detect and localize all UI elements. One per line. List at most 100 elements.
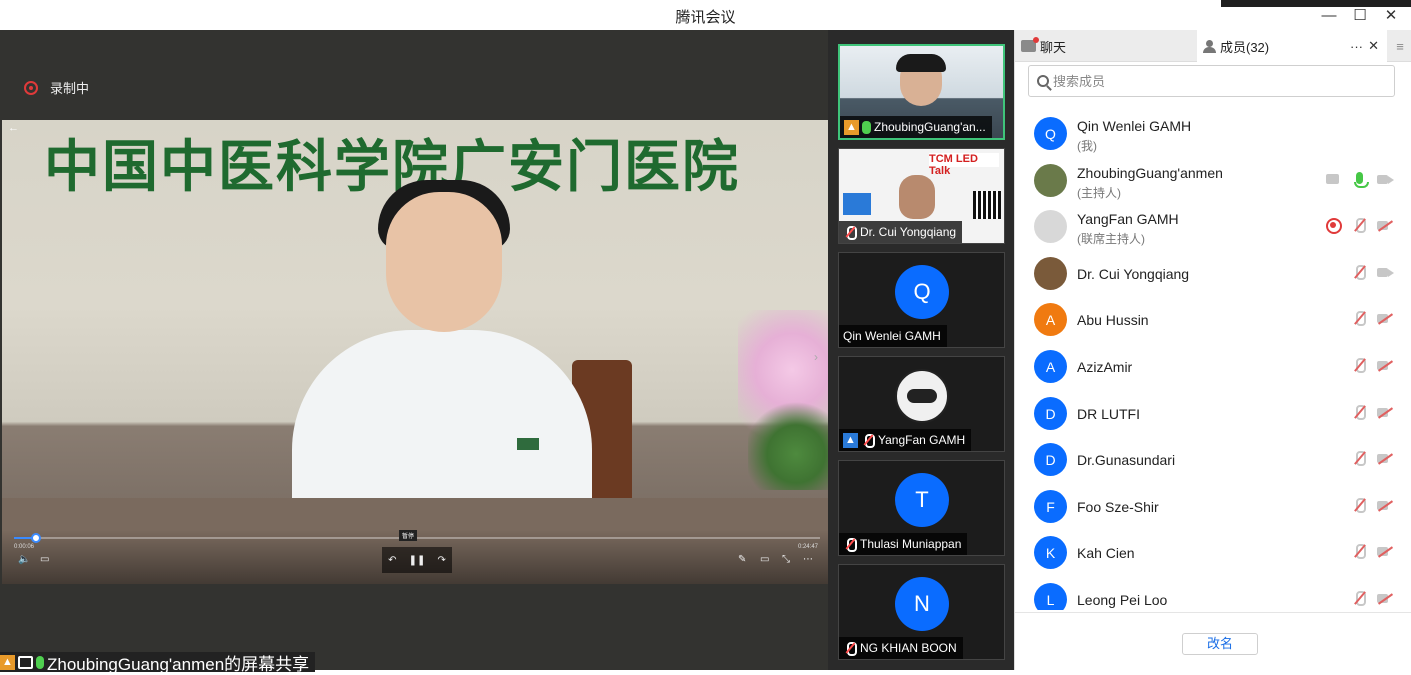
member-row[interactable]: D Dr.Gunasundari xyxy=(1015,436,1411,482)
recording-icon[interactable] xyxy=(1325,217,1342,234)
mic-muted-icon[interactable] xyxy=(1351,310,1368,327)
pip-icon[interactable]: ▭ xyxy=(760,554,769,565)
duration-time: 0:24:47 xyxy=(797,544,818,550)
tile-name-bar: Thulasi Muniappan xyxy=(839,533,968,555)
cam-off-x-icon[interactable] xyxy=(1377,450,1394,467)
tile-name-bar: Dr. Cui Yongqiang xyxy=(839,221,963,243)
tile-name: YangFan GAMH xyxy=(878,433,966,447)
host-badge-icon: ▲ xyxy=(0,654,15,670)
share-icon[interactable] xyxy=(1325,171,1342,188)
member-row[interactable]: ZhoubingGuang'anmen (主持人) xyxy=(1015,157,1411,203)
avatar: A xyxy=(1034,350,1067,383)
panel-menu-icon[interactable]: ≡ xyxy=(1388,30,1411,62)
more-icon[interactable]: ⋯ xyxy=(803,554,813,565)
progress-knob[interactable] xyxy=(30,533,41,543)
pause-tooltip: 暂停 xyxy=(399,530,418,541)
mic-muted-icon[interactable] xyxy=(1351,497,1368,514)
member-row[interactable]: Dr. Cui Yongqiang xyxy=(1015,250,1411,296)
search-icon xyxy=(1037,75,1049,87)
member-row[interactable]: D DR LUTFI xyxy=(1015,390,1411,436)
member-name: DR LUTFI xyxy=(1077,406,1140,422)
member-row[interactable]: YangFan GAMH (联席主持人) xyxy=(1015,203,1411,249)
tile-name: ZhoubingGuang'an... xyxy=(874,120,986,134)
tab-members[interactable]: 成员(32) ··· ✕ xyxy=(1197,30,1387,62)
member-controls xyxy=(1351,264,1394,281)
recording-label: 录制中 xyxy=(50,81,90,96)
avatar: L xyxy=(1034,583,1067,610)
member-controls xyxy=(1325,217,1394,234)
cam-off-x-icon[interactable] xyxy=(1377,357,1394,374)
tile-face xyxy=(899,175,935,219)
member-name: Kah Cien xyxy=(1077,545,1135,561)
video-banner-text: 中国中医科学院广安门医院 xyxy=(44,135,740,200)
close-panel-icon[interactable]: ✕ xyxy=(1368,38,1379,54)
mic-muted-icon[interactable] xyxy=(1351,404,1368,421)
cam-off-x-icon[interactable] xyxy=(1377,590,1394,607)
maximize-button[interactable]: ☐ xyxy=(1349,6,1371,26)
video-tile[interactable]: ▲ YangFan GAMH xyxy=(838,356,1005,452)
search-input[interactable] xyxy=(1053,73,1373,89)
video-tile[interactable]: Q Qin Wenlei GAMH xyxy=(838,252,1005,348)
member-row[interactable]: K Kah Cien xyxy=(1015,529,1411,575)
video-tile[interactable]: N NG KHIAN BOON xyxy=(838,564,1005,660)
member-row[interactable]: A AzizAmir xyxy=(1015,343,1411,389)
video-tile[interactable]: ▲ ZhoubingGuang'an... xyxy=(838,44,1005,140)
member-row[interactable]: L Leong Pei Loo xyxy=(1015,576,1411,610)
window-title: 腾讯会议 xyxy=(675,9,736,26)
member-search[interactable] xyxy=(1028,65,1395,97)
cam-off-icon[interactable] xyxy=(1377,171,1394,188)
member-row[interactable]: Q Qin Wenlei GAMH (我) xyxy=(1015,110,1411,156)
plant-decoration xyxy=(748,400,828,490)
chat-icon xyxy=(1021,37,1039,52)
member-row[interactable]: A Abu Hussin xyxy=(1015,296,1411,342)
mic-muted-icon[interactable] xyxy=(1351,264,1368,281)
more-options-icon[interactable]: ··· xyxy=(1350,39,1363,54)
fullscreen-icon[interactable]: ⤡ xyxy=(782,554,790,565)
screen-share-stage: 录制中 中国中医科学院广安门医院 ← 0:00:06 0:24:47 🔈 ▭ 暂… xyxy=(0,30,828,674)
minimize-button[interactable]: — xyxy=(1318,6,1340,26)
member-row[interactable]: F Foo Sze-Shir xyxy=(1015,483,1411,529)
close-button[interactable]: ✕ xyxy=(1380,6,1402,26)
tab-chat[interactable]: 聊天 xyxy=(1021,30,1197,62)
rewind-icon[interactable]: ↶ xyxy=(388,555,396,566)
speaker-head xyxy=(386,192,502,332)
forward-icon[interactable]: ↷ xyxy=(438,555,446,566)
cam-off-x-icon[interactable] xyxy=(1377,404,1394,421)
subtitle-icon[interactable]: ▭ xyxy=(40,554,49,565)
mic-muted-icon xyxy=(843,641,857,656)
volume-icon[interactable]: 🔈 xyxy=(18,554,30,565)
mic-muted-icon[interactable] xyxy=(1351,450,1368,467)
cam-off-x-icon[interactable] xyxy=(1377,217,1394,234)
video-tile[interactable]: TCM LED Talk Dr. Cui Yongqiang xyxy=(838,148,1005,244)
screen-share-text: ZhoubingGuang'anmen的屏幕共享 xyxy=(47,654,310,674)
video-tile[interactable]: T Thulasi Muniappan xyxy=(838,460,1005,556)
slide-logo-icon: TCM LED Talk xyxy=(929,153,999,177)
avatar: D xyxy=(1034,443,1067,476)
avatar: D xyxy=(1034,397,1067,430)
member-controls xyxy=(1351,543,1394,560)
rename-button[interactable]: 改名 xyxy=(1182,633,1258,655)
mic-muted-icon[interactable] xyxy=(1351,217,1368,234)
mic-muted-icon[interactable] xyxy=(1351,543,1368,560)
cam-off-x-icon[interactable] xyxy=(1377,497,1394,514)
avatar: Q xyxy=(895,265,949,319)
mic-on-icon xyxy=(862,120,871,134)
mic-muted-icon[interactable] xyxy=(1351,357,1368,374)
member-name: YangFan GAMH xyxy=(1077,211,1179,227)
panda-avatar-icon xyxy=(895,369,949,423)
pen-icon[interactable]: ✎ xyxy=(738,554,746,565)
cam-off-x-icon[interactable] xyxy=(1377,543,1394,560)
member-name: Dr. Cui Yongqiang xyxy=(1077,266,1190,282)
shared-video[interactable]: 中国中医科学院广安门医院 ← 0:00:06 0:24:47 🔈 ▭ 暂停 ↶ … xyxy=(2,120,828,584)
mic-live-icon[interactable] xyxy=(1351,171,1369,188)
recording-icon xyxy=(24,80,38,95)
mic-muted-icon[interactable] xyxy=(1351,590,1368,607)
member-role: (主持人) xyxy=(1077,186,1121,200)
name-tag xyxy=(517,438,539,450)
cam-off-x-icon[interactable] xyxy=(1377,310,1394,327)
member-name: Leong Pei Loo xyxy=(1077,592,1168,608)
cam-off-icon[interactable] xyxy=(1377,264,1394,281)
strip-scroll-icon[interactable]: › xyxy=(814,350,818,364)
back-arrow-icon[interactable]: ← xyxy=(8,122,19,134)
pause-icon[interactable]: ❚❚ xyxy=(409,555,426,566)
